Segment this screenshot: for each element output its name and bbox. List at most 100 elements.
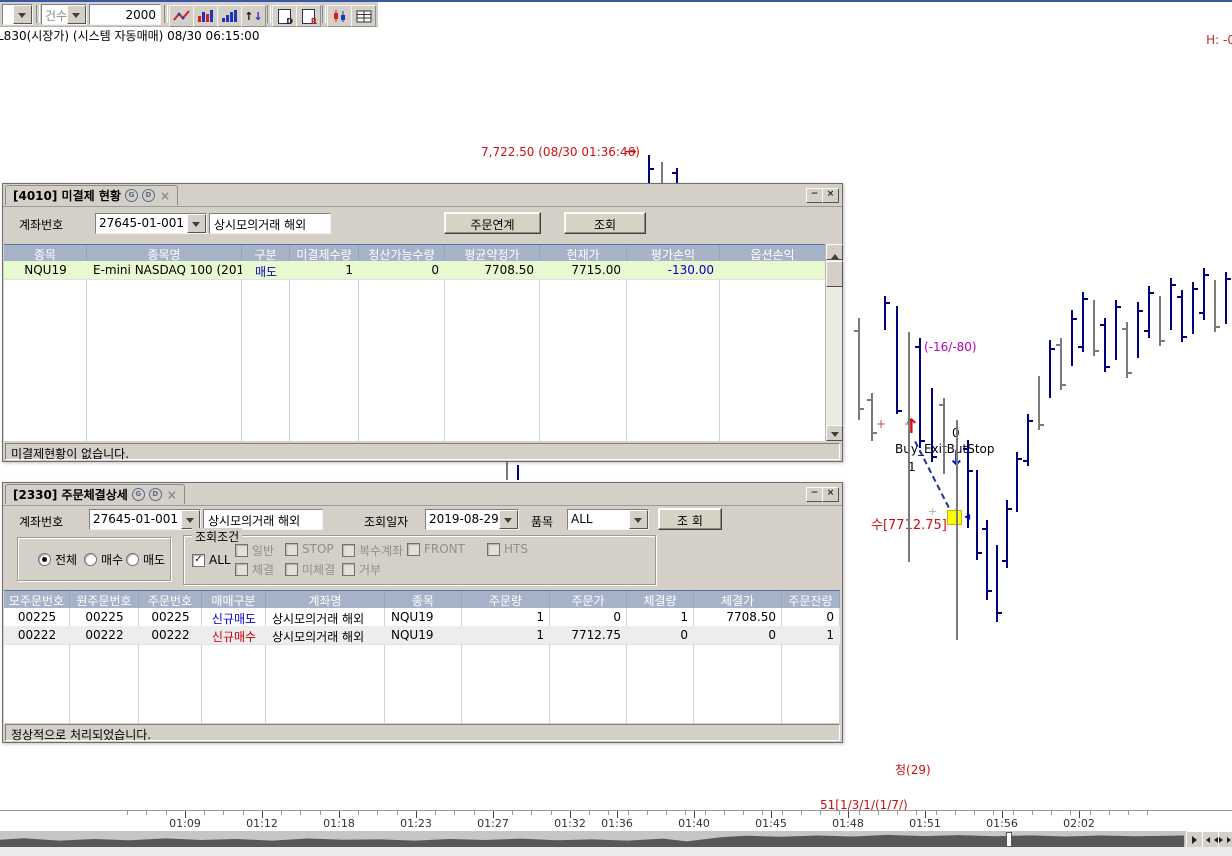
scrollbar-thumb[interactable]: [826, 261, 843, 287]
time-axis-label: 01:56: [986, 817, 1018, 830]
scroll-down-button[interactable]: [826, 425, 843, 441]
date-combo[interactable]: 2019-08-29: [425, 509, 519, 530]
column-header[interactable]: 주문잔량: [782, 591, 840, 609]
column-header[interactable]: 평가손익: [627, 245, 720, 262]
ohlc-bar: [956, 420, 958, 640]
minimap-thumb[interactable]: [1006, 832, 1012, 847]
tab-close-icon[interactable]: ×: [167, 488, 177, 502]
close-tick: [969, 470, 973, 472]
close-tick: [650, 168, 654, 170]
chevron-down-icon[interactable]: [187, 214, 206, 233]
close-tick: [1106, 366, 1110, 368]
link-icon[interactable]: G: [125, 189, 138, 202]
open-tick: [672, 172, 676, 174]
column-header[interactable]: 체결량: [627, 591, 694, 609]
table-cell: NQU19: [385, 608, 462, 626]
radio-side-2[interactable]: 매도: [126, 551, 165, 568]
close-tick: [1095, 350, 1099, 352]
table-cell: 7708.50: [694, 608, 782, 626]
chart-minimap[interactable]: [0, 831, 1232, 847]
radio-side-0[interactable]: 전체: [38, 551, 77, 568]
axis-minor-tick: [127, 811, 128, 815]
rewind-button[interactable]: [1202, 831, 1219, 848]
column-header[interactable]: 계좌명: [266, 591, 385, 609]
account-label: 계좌번호: [19, 216, 63, 233]
close-tick: [1172, 284, 1176, 286]
link-icon[interactable]: D: [149, 488, 162, 501]
axis-minor-tick: [647, 811, 648, 815]
column-header[interactable]: 원주문번호: [70, 591, 139, 609]
column-header[interactable]: 주문가: [550, 591, 627, 609]
chevron-down-icon[interactable]: [629, 510, 648, 529]
chevron-down-icon[interactable]: [181, 510, 200, 529]
account-combo[interactable]: 27645-01-001: [95, 213, 207, 234]
tab-close-icon[interactable]: ×: [160, 189, 170, 203]
chevron-down-icon[interactable]: [499, 510, 518, 529]
column-header[interactable]: 주문량: [462, 591, 550, 609]
axis-minor-tick: [474, 811, 475, 815]
column-header[interactable]: 종목: [4, 245, 87, 262]
item-label: 품목: [531, 513, 553, 530]
table-cell: 신규매수: [202, 626, 266, 644]
checkbox-1: STOP: [285, 542, 334, 556]
scroll-up-button[interactable]: [826, 244, 843, 260]
order-link-button[interactable]: 주문연계: [444, 212, 541, 234]
axis-minor-tick: [743, 811, 744, 815]
link-icon[interactable]: D: [142, 189, 155, 202]
titlebar-2330[interactable]: [2330] 주문체결상세 G D × − ×: [3, 483, 842, 506]
table-cell: 7712.75: [550, 626, 627, 644]
ohlc-bar: [517, 465, 519, 480]
axis-minor-tick: [300, 811, 301, 815]
column-header[interactable]: 매매구분: [202, 591, 266, 609]
close-button[interactable]: ×: [822, 487, 839, 502]
table-row[interactable]: 002220022200222신규매수상시모의거래 해외NQU1917712.7…: [4, 626, 840, 645]
column-header[interactable]: 옵션손익: [720, 245, 826, 262]
axis-minor-tick: [435, 811, 436, 815]
item-combo[interactable]: ALL: [567, 509, 649, 530]
tab-2330[interactable]: [2330] 주문체결상세 G D ×: [5, 484, 185, 504]
table-scrollbar[interactable]: [825, 244, 842, 441]
table-cell: 00225: [4, 608, 70, 626]
column-header[interactable]: 모주문번호: [4, 591, 70, 609]
ohlc-bar: [908, 332, 910, 562]
column-header[interactable]: 체결가: [694, 591, 782, 609]
axis-minor-tick: [204, 811, 205, 815]
column-header[interactable]: 주문번호: [139, 591, 202, 609]
trading-app-screen: 건수 ↑↓ D R L830(시장가) (시스템 자동매매: [0, 0, 1232, 856]
column-header[interactable]: 청산가능수량: [359, 245, 445, 262]
column-header[interactable]: 구분: [242, 245, 290, 262]
axis-minor-tick: [512, 811, 513, 815]
column-header[interactable]: 종목명: [87, 245, 242, 262]
open-tick: [939, 404, 943, 406]
query-button[interactable]: 조회: [564, 212, 646, 234]
table-row[interactable]: 002250022500225신규매도상시모의거래 해외NQU191017708…: [4, 608, 840, 627]
link-icon[interactable]: G: [132, 488, 145, 501]
tab-4010[interactable]: [4010] 미결제 현황 G D ×: [5, 185, 178, 205]
scroll-right-button[interactable]: [1186, 831, 1203, 848]
time-axis-label: 01:32: [554, 817, 586, 830]
minimize-button[interactable]: −: [806, 188, 823, 203]
column-header[interactable]: 평균약정가: [445, 245, 540, 262]
close-tick: [1227, 278, 1231, 280]
column-header[interactable]: 현재가: [540, 245, 627, 262]
titlebar-4010[interactable]: [4010] 미결제 현황 G D × − ×: [3, 184, 842, 207]
time-axis-label: 01:09: [169, 817, 201, 830]
radio-dot: [42, 557, 47, 562]
checkbox-box[interactable]: ✓: [192, 554, 205, 567]
column-header[interactable]: 종목: [385, 591, 462, 609]
account-combo[interactable]: 27645-01-001: [89, 509, 201, 530]
close-button[interactable]: ×: [822, 188, 839, 203]
fast-forward-button[interactable]: [1218, 831, 1232, 848]
column-header[interactable]: 미결제수량: [290, 245, 359, 262]
checkbox-box: [285, 563, 298, 576]
close-count-annotation: 청(29): [895, 761, 931, 778]
query-button[interactable]: 조 회: [658, 508, 722, 530]
close-tick: [1062, 384, 1066, 386]
minimize-button[interactable]: −: [806, 487, 823, 502]
table-row[interactable]: NQU19E-mini NASDAQ 100 (2019.0매도107708.5…: [4, 261, 825, 280]
checkbox-3: FRONT: [407, 542, 465, 556]
checkbox-all[interactable]: ✓ALL: [192, 553, 231, 567]
open-tick: [1177, 296, 1181, 298]
ohlc-bar: [1060, 338, 1062, 390]
radio-side-1[interactable]: 매수: [84, 551, 123, 568]
